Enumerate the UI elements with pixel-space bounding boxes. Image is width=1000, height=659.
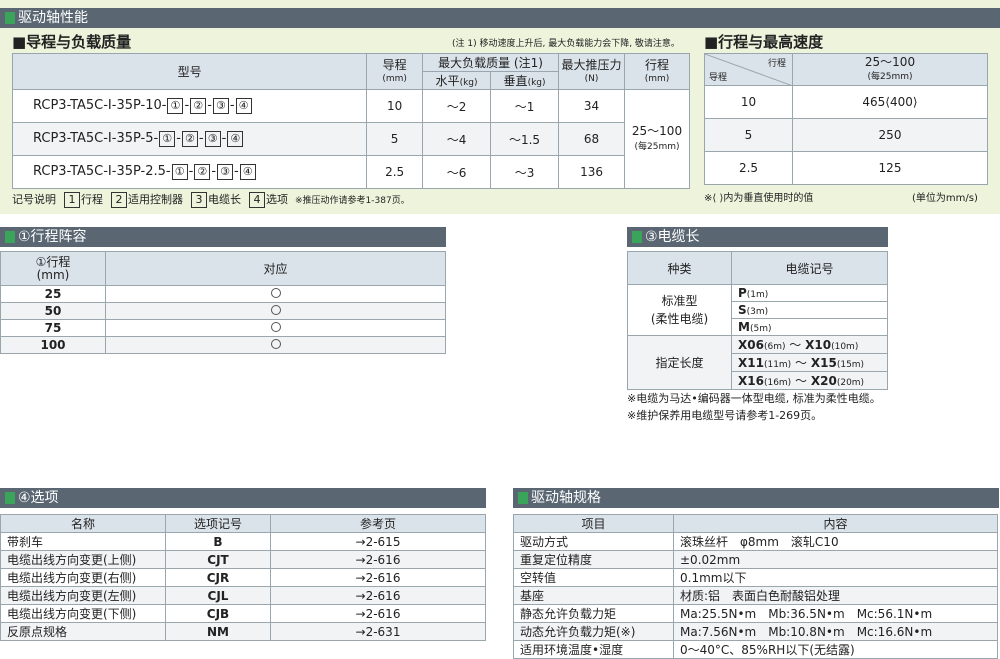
table-row: 75 bbox=[0, 319, 446, 337]
speed-corner: 行程 导程 bbox=[704, 53, 793, 86]
speed-table: 行程 导程 25～100 (每25mm) 10 465⟨400⟩ 5 250 2.5 1… bbox=[704, 53, 988, 185]
lead-load-title: ■导程与负载质量 bbox=[12, 33, 132, 51]
available-icon bbox=[270, 322, 281, 332]
thrust-cell: 136 bbox=[558, 155, 625, 189]
lead-load-note: (注 1) 移动速度上升后, 最大负载能力会下降, 敬请注意。 bbox=[452, 39, 680, 49]
table-row: 动态允许负载力矩(※) Ma:7.56N•m Mb:10.8N•m Mc:16.6… bbox=[513, 622, 998, 641]
model-cell: RCP3-TA5C-I-35P-2.5- ① - ② - ③ - ④ bbox=[11, 155, 368, 189]
cable-note-1: ※电缆为马达•编码器一体型电缆, 标准为柔性电缆。 bbox=[627, 392, 881, 405]
table-row: RCP3-TA5C-I-35P-2.5- ① - ② - ③ - ④ 2.5 ～6 ～3 13… bbox=[11, 155, 690, 189]
table-row: 10 465⟨400⟩ bbox=[704, 85, 988, 119]
table-row: 反原点规格 NM →2-631 bbox=[0, 622, 486, 641]
table-row: 基座 材质:铝 表面白色耐酸铝处理 bbox=[513, 586, 998, 605]
vertical-cell: ～1 bbox=[490, 89, 560, 123]
bullet-icon bbox=[5, 492, 15, 504]
table-row: 驱动方式 滚珠丝杆 φ8mm 滚轧C10 bbox=[513, 532, 998, 551]
custom-label: 指定长度 bbox=[627, 335, 732, 390]
options-table: 名称 选项记号 参考页 带刹车 B →2-615 电缆出线方向变更(上侧) CJT →2… bbox=[0, 514, 486, 641]
stroke-cell: 25～100 (每25mm) bbox=[624, 89, 690, 189]
spec-table: 项目 内容 驱动方式 滚珠丝杆 φ8mm 滚轧C10 重复定位精度 ±0.02mm … bbox=[513, 514, 998, 659]
table-row: 适用环境温度•湿度 0～40°C、85%RH以下(无结露) bbox=[513, 640, 998, 659]
horizontal-cell: ～2 bbox=[422, 89, 492, 123]
speed-col: 25～100 (每25mm) bbox=[792, 53, 988, 86]
available-icon bbox=[270, 288, 281, 298]
thrust-cell: 34 bbox=[558, 89, 625, 123]
table-row: 电缆出线方向变更(右侧) CJR →2-616 bbox=[0, 568, 486, 587]
table-row: 重复定位精度 ±0.02mm bbox=[513, 550, 998, 569]
col-stroke: ①行程 (mm) bbox=[0, 251, 106, 286]
table-row: 2.5 125 bbox=[704, 151, 988, 185]
col-horizontal: 水平(kg) bbox=[422, 71, 492, 90]
table-row: RCP3-TA5C-I-35P-10- ① - ② - ③ - ④ 10 ～2 ～1 34 2… bbox=[11, 89, 690, 189]
available-icon bbox=[270, 339, 281, 349]
table-row: 100 bbox=[0, 336, 446, 354]
col-thrust: 最大推压力 (N) bbox=[558, 53, 625, 90]
col-model: 型号 bbox=[11, 53, 368, 90]
col-support: 对应 bbox=[105, 251, 446, 286]
lead-cell: 10 bbox=[366, 89, 424, 123]
col-max-load: 最大负载质量 (注1) bbox=[422, 53, 560, 72]
speed-unit: (单位为mm/s) bbox=[912, 193, 978, 204]
thrust-cell: 68 bbox=[558, 122, 625, 156]
section-bar-cable: ③电缆长 bbox=[627, 227, 888, 247]
vertical-cell: ～1.5 bbox=[490, 122, 560, 156]
col-stroke: 行程 (mm) bbox=[624, 53, 690, 90]
lead-cell: 5 bbox=[366, 122, 424, 156]
col-cable-code: 电缆记号 bbox=[731, 251, 888, 285]
bullet-icon bbox=[632, 231, 642, 243]
col-type: 种类 bbox=[627, 251, 732, 285]
horizontal-cell: ～6 bbox=[422, 155, 492, 189]
table-row: 50 bbox=[0, 302, 446, 320]
section-bar-options: ④选项 bbox=[0, 488, 486, 508]
table-row: RCP3-TA5C-I-35P-5- ① - ② - ③ - ④ 5 ～4 ～1.5 68 bbox=[11, 122, 690, 156]
table-row: 标准型 (柔性电缆) P(1m) bbox=[627, 284, 888, 336]
stroke-table: ①行程 (mm) 对应 25 50 75 100 bbox=[0, 251, 446, 354]
bullet-icon bbox=[5, 231, 15, 243]
table-row: 静态允许负载力矩 Ma:25.5N•m Mb:36.5N•m Mc:56.1N•m bbox=[513, 604, 998, 623]
model-cell: RCP3-TA5C-I-35P-10- ① - ② - ③ - ④ bbox=[11, 89, 368, 123]
legend: 记号说明 1 行程 2 适用控制器 3 电缆长 4 选项 ※推压动作请参考1-387页。 bbox=[12, 192, 410, 208]
section-title: 驱动轴性能 bbox=[18, 10, 88, 26]
speed-title: ■行程与最高速度 bbox=[704, 33, 824, 51]
table-row: 5 250 bbox=[704, 118, 988, 152]
cable-note-2: ※维护保养用电缆型号请参考1-269页。 bbox=[627, 409, 823, 422]
table-row: 电缆出线方向变更(下侧) CJB →2-616 bbox=[0, 604, 486, 623]
section-bar-spec: 驱动轴规格 bbox=[513, 488, 999, 508]
section-bar-performance: 驱动轴性能 bbox=[0, 8, 1000, 28]
std-label: 标准型 (柔性电缆) bbox=[627, 284, 732, 336]
table-row: 25 bbox=[0, 285, 446, 303]
table-row: 指定长度 X06(6m) ～ X10(10m) bbox=[627, 335, 888, 390]
model-cell: RCP3-TA5C-I-35P-5- ① - ② - ③ - ④ bbox=[11, 122, 368, 156]
bullet-icon bbox=[5, 12, 15, 24]
bullet-icon bbox=[518, 492, 528, 504]
speed-note: ※⟨ ⟩内为垂直使用时的值 bbox=[704, 193, 814, 204]
col-lead: 导程 (mm) bbox=[366, 53, 424, 90]
horizontal-cell: ～4 bbox=[422, 122, 492, 156]
section-bar-stroke: ①行程阵容 bbox=[0, 227, 446, 247]
available-icon bbox=[270, 305, 281, 315]
table-row: 电缆出线方向变更(左侧) CJL →2-616 bbox=[0, 586, 486, 605]
vertical-cell: ～3 bbox=[490, 155, 560, 189]
cable-table: 种类 电缆记号 标准型 (柔性电缆) P(1m) S(3m) M(5m) 指定长度… bbox=[627, 251, 888, 390]
table-row: 空转值 0.1mm以下 bbox=[513, 568, 998, 587]
col-vertical: 垂直(kg) bbox=[490, 71, 560, 90]
lead-load-table: 型号 导程 (mm) 最大负载质量 (注1) 最大推压力 (N) 行程 (mm) 水平… bbox=[11, 53, 690, 189]
lead-cell: 2.5 bbox=[366, 155, 424, 189]
table-row: 带刹车 B →2-615 bbox=[0, 532, 486, 551]
table-row: 电缆出线方向变更(上侧) CJT →2-616 bbox=[0, 550, 486, 569]
